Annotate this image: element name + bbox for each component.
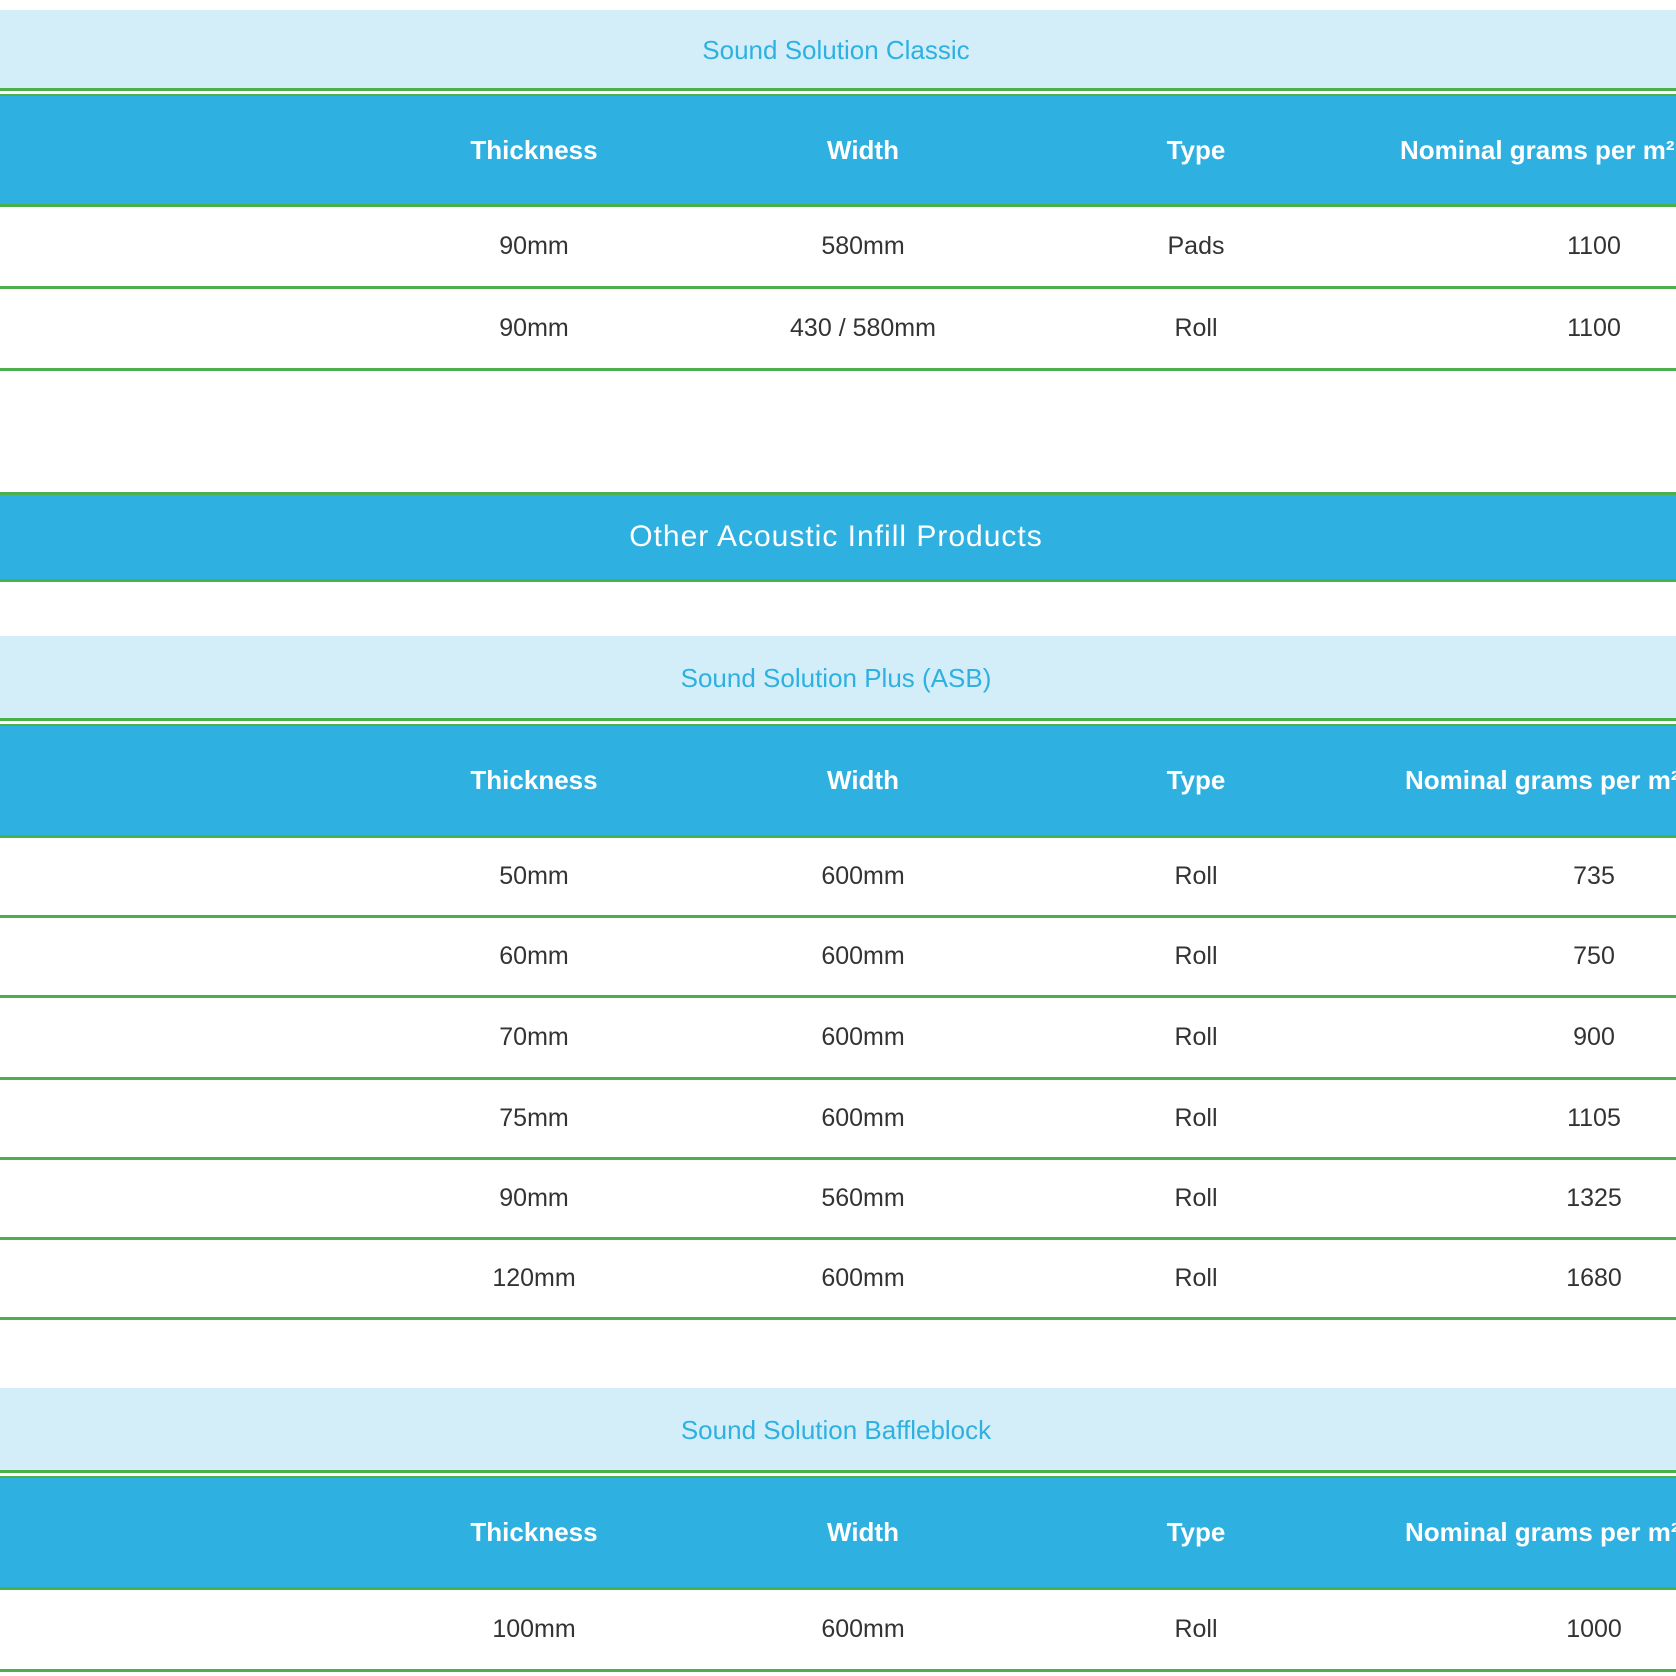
cell-width: 600mm — [821, 1264, 905, 1292]
cell-type: Roll — [1174, 942, 1218, 970]
cell-thickness: 100mm — [492, 1615, 576, 1643]
table-row: 90mm 580mm Pads 1100 — [0, 207, 1676, 289]
cell-thickness: 50mm — [499, 862, 569, 890]
cell-width: 600mm — [821, 1615, 905, 1643]
classic-subtitle-band: Sound Solution Classic — [0, 10, 1676, 90]
cell-type: Roll — [1174, 862, 1218, 890]
cell-width: 600mm — [821, 942, 905, 970]
cell-grams: 1100 — [1567, 232, 1621, 260]
cell-thickness: 70mm — [499, 1023, 569, 1051]
table-row: 90mm 560mm Roll 1325 — [0, 1160, 1676, 1240]
cell-type: Pads — [1167, 232, 1225, 260]
plus-header-row: Thickness Width Type Nominal grams per m… — [0, 726, 1676, 838]
cell-grams: 1000 — [1566, 1615, 1622, 1643]
header-width: Width — [827, 134, 899, 165]
cell-grams: 735 — [1573, 862, 1615, 890]
cell-grams: 1680 — [1566, 1264, 1622, 1292]
table-row: 90mm 430 / 580mm Roll 1100 — [0, 289, 1676, 371]
cell-width: 560mm — [821, 1184, 905, 1212]
header-nominal-grams: Nominal grams per m² — [1400, 134, 1675, 165]
product-spec-page: Sound Solution Classic Thickness Width T… — [0, 0, 1676, 1676]
classic-subtitle: Sound Solution Classic — [702, 34, 970, 65]
cell-thickness: 90mm — [499, 232, 569, 260]
cell-type: Roll — [1174, 1264, 1218, 1292]
cell-grams: 1100 — [1567, 314, 1621, 342]
header-thickness: Thickness — [470, 765, 598, 795]
cell-width: 600mm — [821, 862, 905, 890]
table-row: 75mm 600mm Roll 1105 — [0, 1080, 1676, 1160]
other-products-banner: Other Acoustic Infill Products — [0, 492, 1676, 582]
divider — [0, 718, 1676, 726]
header-nominal-grams: Nominal grams per m² — [1405, 1517, 1676, 1547]
cell-type: Roll — [1174, 314, 1218, 342]
table-row: 60mm 600mm Roll 750 — [0, 918, 1676, 998]
cell-thickness: 60mm — [499, 942, 569, 970]
cell-width: 600mm — [821, 1023, 905, 1051]
header-type: Type — [1166, 134, 1226, 165]
plus-subtitle: Sound Solution Plus (ASB) — [680, 662, 992, 693]
divider — [0, 88, 1676, 96]
cell-thickness: 90mm — [499, 1184, 569, 1212]
table-row: 100mm 600mm Roll 1000 — [0, 1590, 1676, 1672]
classic-header-row: Thickness Width Type Nominal grams per m… — [0, 96, 1676, 207]
cell-grams: 750 — [1573, 942, 1615, 970]
plus-subtitle-band: Sound Solution Plus (ASB) — [0, 636, 1676, 720]
cell-type: Roll — [1174, 1184, 1218, 1212]
cell-type: Roll — [1174, 1023, 1218, 1051]
cell-width: 600mm — [821, 1104, 905, 1132]
baffleblock-header-row: Thickness Width Type Nominal grams per m… — [0, 1478, 1676, 1590]
header-thickness: Thickness — [470, 134, 598, 165]
header-width: Width — [827, 765, 899, 795]
header-thickness: Thickness — [470, 1517, 598, 1547]
cell-type: Roll — [1174, 1104, 1218, 1132]
cell-grams: 900 — [1573, 1023, 1615, 1051]
cell-grams: 1105 — [1567, 1104, 1621, 1132]
baffleblock-subtitle: Sound Solution Baffleblock — [680, 1414, 992, 1445]
cell-thickness: 120mm — [492, 1264, 576, 1292]
cell-thickness: 90mm — [499, 314, 569, 342]
header-width: Width — [827, 1517, 899, 1547]
divider — [0, 1470, 1676, 1478]
other-products-title: Other Acoustic Infill Products — [629, 520, 1043, 553]
table-row: 120mm 600mm Roll 1680 — [0, 1240, 1676, 1320]
header-type: Type — [1166, 765, 1226, 795]
cell-thickness: 75mm — [499, 1104, 569, 1132]
cell-width: 430 / 580mm — [790, 314, 936, 342]
table-row: 50mm 600mm Roll 735 — [0, 838, 1676, 918]
cell-type: Roll — [1174, 1615, 1218, 1643]
cell-width: 580mm — [821, 232, 905, 260]
baffleblock-subtitle-band: Sound Solution Baffleblock — [0, 1388, 1676, 1472]
header-nominal-grams: Nominal grams per m² — [1405, 765, 1676, 795]
table-row: 70mm 600mm Roll 900 — [0, 998, 1676, 1080]
header-type: Type — [1166, 1517, 1226, 1547]
cell-grams: 1325 — [1566, 1184, 1622, 1212]
